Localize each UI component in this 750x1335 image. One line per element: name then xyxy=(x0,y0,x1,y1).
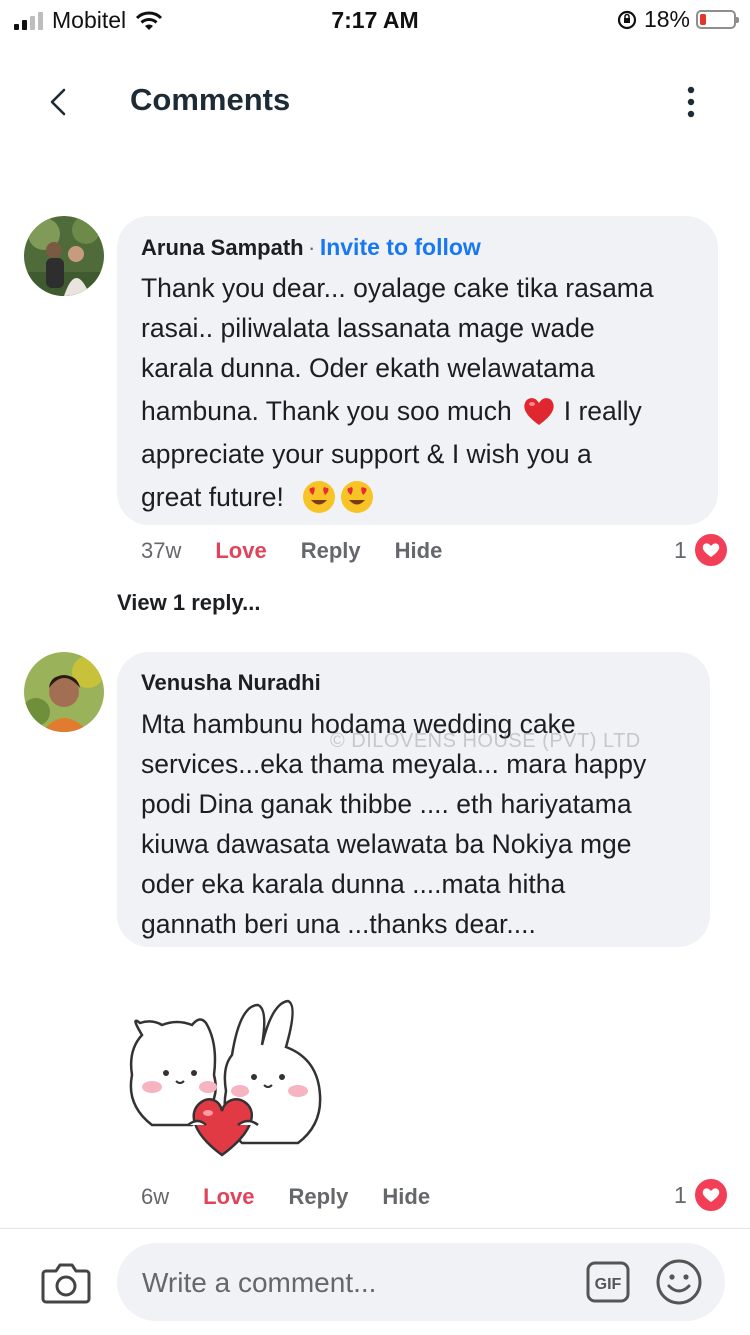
comment-age: 6w xyxy=(141,1184,170,1209)
comment-input-placeholder: Write a comment... xyxy=(142,1267,377,1298)
smiley-icon[interactable] xyxy=(655,1258,703,1306)
reaction-summary[interactable]: 1 xyxy=(674,1177,729,1213)
orientation-lock-icon xyxy=(617,10,637,29)
comment-text: Thank you dear... oyalage cake tika rasa… xyxy=(141,268,694,520)
hide-button[interactable]: Hide xyxy=(382,1184,430,1210)
comment-author[interactable]: Aruna Sampath xyxy=(141,235,304,260)
invite-to-follow-link[interactable]: Invite to follow xyxy=(320,234,481,260)
comment-bubble[interactable]: Aruna Sampath · Invite to follow Thank y… xyxy=(117,216,718,525)
watermark: © DILOVENS HOUSE (PVT) LTD xyxy=(330,730,641,752)
comment-line: great future! xyxy=(141,482,284,512)
reaction-count: 1 xyxy=(674,1181,687,1208)
love-button[interactable]: Love xyxy=(215,538,266,564)
reply-button[interactable]: Reply xyxy=(288,1184,348,1210)
comment-age: 37w xyxy=(141,538,182,563)
hugging-cats-sticker[interactable] xyxy=(122,995,332,1165)
comment-input[interactable]: Write a comment... GIF xyxy=(117,1243,725,1321)
heart-reaction-icon xyxy=(692,532,729,568)
comment-line-group: great future! xyxy=(141,474,694,520)
red-heart-emoji xyxy=(524,398,554,425)
heart-eyes-emoji xyxy=(340,481,373,513)
hide-button[interactable]: Hide xyxy=(395,538,443,564)
comment-line: oder eka karala dunna ....mata hitha xyxy=(141,869,566,899)
header: Comments xyxy=(0,60,750,140)
comment-line: appreciate your support & I wish you a xyxy=(141,439,592,469)
reply-button[interactable]: Reply xyxy=(301,538,361,564)
back-arrow-icon[interactable] xyxy=(40,82,80,122)
comment-actions: 37w Love Reply Hide xyxy=(141,538,476,564)
gif-icon[interactable]: GIF xyxy=(585,1260,631,1304)
view-replies-link[interactable]: View 1 reply... xyxy=(117,590,260,616)
comment-line: karala dunna. Oder ekath welawatama xyxy=(141,353,595,383)
gif-label: GIF xyxy=(595,1276,622,1293)
comment-line: Thank you dear... oyalage cake tika rasa… xyxy=(141,273,654,303)
avatar[interactable] xyxy=(24,216,104,296)
separator-dot: · xyxy=(308,235,316,260)
heart-reaction-icon xyxy=(692,1177,729,1213)
comment-line-group: hambuna. Thank you soo much I really xyxy=(141,388,694,434)
avatar[interactable] xyxy=(24,652,104,732)
comment-line: podi Dina ganak thibbe .... eth hariyata… xyxy=(141,789,632,819)
camera-icon[interactable] xyxy=(40,1259,92,1305)
heart-eyes-emoji xyxy=(302,481,335,513)
comment-bubble[interactable]: Venusha Nuradhi Mta hambunu hodama weddi… xyxy=(117,652,710,947)
comment-line: rasai.. piliwalata lassanata mage wade xyxy=(141,313,595,343)
comment-composer: Write a comment... GIF xyxy=(0,1228,750,1335)
love-button[interactable]: Love xyxy=(203,1184,254,1210)
comment-line: hambuna. Thank you soo much xyxy=(141,396,512,426)
comment-line: kiuwa dawasata welawata ba Nokiya mge xyxy=(141,829,632,859)
battery-icon xyxy=(696,10,739,29)
reaction-count: 1 xyxy=(674,536,687,563)
comment-author[interactable]: Venusha Nuradhi xyxy=(141,670,321,695)
comment-actions: 6w Love Reply Hide xyxy=(141,1184,464,1210)
reaction-summary[interactable]: 1 xyxy=(674,532,729,568)
battery-percent: 18% xyxy=(643,6,690,32)
comment-line: I really xyxy=(563,396,642,426)
status-bar: Mobitel 7:17 AM 18% xyxy=(0,0,750,40)
comment-line: gannath beri una ...thanks dear.... xyxy=(141,909,536,939)
page-title: Comments xyxy=(130,82,291,117)
more-vertical-icon[interactable] xyxy=(676,84,706,120)
